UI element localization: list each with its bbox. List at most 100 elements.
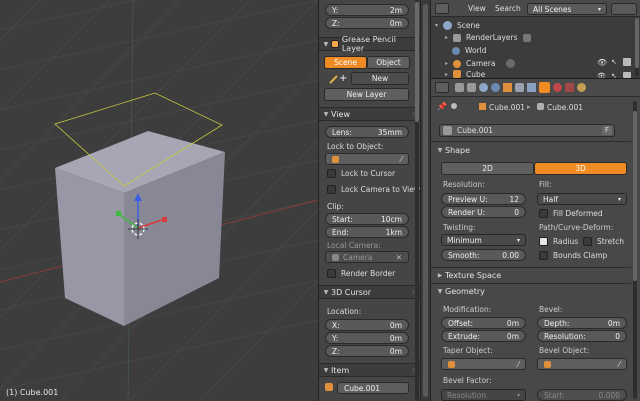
view-menu[interactable]: View	[468, 4, 486, 13]
offset-field[interactable]: Offset: 0m	[441, 317, 526, 329]
object-tab-icon[interactable]	[503, 83, 512, 92]
display-mode-dropdown[interactable]: All Scenes ▾	[527, 3, 607, 15]
item-name-field[interactable]: Cube.001	[337, 382, 409, 394]
pin-icon[interactable]: 📌	[437, 102, 447, 111]
shelf-scrollbar[interactable]	[423, 4, 428, 397]
tab-3d[interactable]: 3D	[534, 162, 627, 175]
preview-u-field[interactable]: Preview U: 12	[441, 193, 526, 205]
bevel-resolution-field[interactable]: Resolution: 0	[537, 330, 627, 342]
scrollbar-thumb[interactable]	[633, 111, 637, 281]
lock-camera-row[interactable]: Lock Camera to View	[327, 185, 420, 194]
stretch-row[interactable]: Stretch	[583, 237, 624, 246]
render-tab-icon[interactable]	[455, 83, 464, 92]
fill-dropdown[interactable]: Half ▾	[537, 193, 627, 205]
material-tab-icon[interactable]	[553, 83, 562, 92]
smooth-field[interactable]: Smooth: 0.00	[441, 249, 526, 261]
add-icon[interactable]: +	[339, 72, 349, 85]
search-field[interactable]	[611, 3, 637, 15]
scene-tab-icon[interactable]	[479, 83, 488, 92]
cursor-z-field[interactable]: Z: 0m	[325, 345, 409, 357]
view-panel-header[interactable]: ▼ View ::::	[319, 107, 420, 121]
scrollbar-thumb[interactable]	[415, 2, 419, 122]
grease-pencil-panel-header[interactable]: ▼ Grease Pencil Layer	[319, 35, 420, 53]
world-tab-icon[interactable]	[491, 83, 500, 92]
bounds-clamp-row[interactable]: Bounds Clamp	[539, 251, 607, 260]
lock-to-cursor-row[interactable]: Lock to Cursor	[327, 169, 395, 178]
outliner-scrollbar[interactable]	[635, 18, 639, 76]
tab-scene[interactable]: Scene	[324, 56, 367, 69]
3d-cursor-panel-header[interactable]: ▼ 3D Cursor ::::	[319, 285, 420, 299]
lens-field[interactable]: Lens: 35mm	[325, 126, 409, 138]
modifiers-tab-icon[interactable]	[527, 83, 536, 92]
properties-scrollbar[interactable]	[633, 101, 637, 399]
grease-pencil-checkbox[interactable]	[330, 40, 339, 48]
cursor-y-field[interactable]: Y: 0m	[325, 332, 409, 344]
visibility-eye-icon[interactable]: 👁	[597, 58, 607, 67]
radius-checkbox[interactable]	[539, 237, 548, 246]
render-border-row[interactable]: Render Border	[327, 269, 395, 278]
expand-icon[interactable]: ▸	[445, 71, 448, 78]
expand-icon[interactable]: ▾	[435, 22, 438, 29]
new-button[interactable]: New	[351, 72, 409, 85]
geometry-panel-header[interactable]: ▼ Geometry	[433, 284, 631, 298]
item-panel-header[interactable]: ▼ Item ::::	[319, 363, 420, 377]
tab-object[interactable]: Object	[367, 56, 410, 69]
depth-field[interactable]: Depth: 0m	[537, 317, 627, 329]
eyedropper-icon[interactable]: ⁄	[518, 360, 519, 369]
new-layer-button[interactable]: New Layer	[324, 88, 409, 101]
fill-deformed-checkbox[interactable]	[539, 209, 548, 218]
tree-item-renderlayers[interactable]: ▸ RenderLayers	[445, 31, 635, 44]
scrollbar-thumb[interactable]	[635, 18, 639, 68]
search-menu[interactable]: Search	[495, 4, 521, 13]
tree-item-world[interactable]: World	[452, 44, 635, 57]
editor-type-icon[interactable]	[435, 3, 449, 14]
clear-icon[interactable]: ✕	[396, 253, 402, 262]
expand-icon[interactable]: ▸	[445, 60, 448, 67]
curve-data-tab-icon[interactable]	[539, 82, 550, 93]
clip-start-field[interactable]: Start: 10cm	[325, 213, 409, 225]
lock-camera-checkbox[interactable]	[327, 185, 336, 194]
particles-tab-icon[interactable]	[577, 83, 586, 92]
radius-row[interactable]: Radius	[539, 237, 578, 246]
extrude-field[interactable]: Extrude: 0m	[441, 330, 526, 342]
render-u-field[interactable]: Render U: 0	[441, 206, 526, 218]
transform-y-field[interactable]: Y: 2m	[325, 4, 409, 16]
tree-item-cube[interactable]: ▸ Cube	[445, 70, 635, 78]
eyedropper-icon[interactable]: ⁄	[401, 155, 402, 164]
stretch-checkbox[interactable]	[583, 237, 592, 246]
curve-data-icon[interactable]	[443, 126, 452, 135]
select-arrow-icon[interactable]: ↖	[611, 58, 617, 66]
bounds-clamp-checkbox[interactable]	[539, 251, 548, 260]
fill-deformed-row[interactable]: Fill Deformed	[539, 209, 603, 218]
datablock-selector[interactable]: Cube.001 F	[439, 124, 615, 137]
npanel-scrollbar[interactable]	[415, 0, 419, 401]
bevel-start-field[interactable]: Start: 0.000	[537, 389, 627, 401]
texture-space-panel-header[interactable]: ▶ Texture Space	[433, 268, 631, 282]
tree-item-scene[interactable]: ▾ Scene	[435, 20, 635, 31]
lock-object-field[interactable]: ⁄	[325, 153, 409, 165]
clip-end-field[interactable]: End: 1km	[325, 226, 409, 238]
expand-icon[interactable]: ▸	[445, 34, 448, 41]
area-divider[interactable]	[420, 0, 430, 401]
twisting-dropdown[interactable]: Minimum ▾	[441, 234, 526, 246]
render-layers-tab-icon[interactable]	[467, 83, 476, 92]
bevel-factor-mapping-dropdown[interactable]: Resolution ▾	[441, 389, 526, 401]
taper-object-field[interactable]: ⁄	[441, 358, 526, 370]
cursor-x-field[interactable]: X: 0m	[325, 319, 409, 331]
shape-panel-header[interactable]: ▼ Shape	[433, 143, 631, 157]
local-camera-field[interactable]: Camera ✕	[325, 251, 409, 263]
bevel-object-field[interactable]: ⁄	[537, 358, 627, 370]
texture-tab-icon[interactable]	[565, 83, 574, 92]
eyedropper-icon[interactable]: ⁄	[619, 360, 620, 369]
tree-item-label: Cube	[466, 70, 486, 78]
tab-2d[interactable]: 2D	[441, 162, 534, 175]
fake-user-button[interactable]: F	[602, 126, 612, 135]
divider	[431, 141, 631, 142]
3d-viewport[interactable]: (1) Cube.001	[0, 0, 318, 401]
editor-type-icon[interactable]	[435, 82, 449, 93]
render-camera-icon[interactable]	[623, 58, 631, 66]
lock-to-cursor-checkbox[interactable]	[327, 169, 336, 178]
transform-z-field[interactable]: Z: 0m	[325, 17, 409, 29]
render-border-checkbox[interactable]	[327, 269, 336, 278]
constraints-tab-icon[interactable]	[515, 83, 524, 92]
